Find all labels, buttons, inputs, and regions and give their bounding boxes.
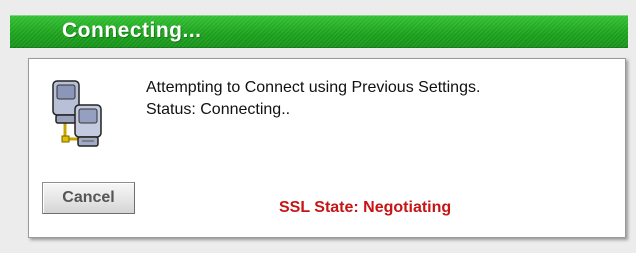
- message-line-attempting: Attempting to Connect using Previous Set…: [146, 79, 481, 96]
- dialog-panel: Attempting to Connect using Previous Set…: [28, 58, 626, 238]
- connecting-dialog-frame: Connecting... Attempting to Connect usin…: [0, 0, 636, 253]
- ssl-state-label: SSL State: Negotiating: [279, 199, 452, 216]
- window-title: Connecting...: [62, 19, 202, 42]
- status-message: Attempting to Connect using Previous Set…: [146, 77, 480, 121]
- message-line-status: Status: Connecting..: [146, 101, 291, 118]
- title-bar: Connecting...: [10, 15, 628, 48]
- cancel-button[interactable]: Cancel: [42, 182, 135, 214]
- networked-computers-icon: [51, 79, 105, 149]
